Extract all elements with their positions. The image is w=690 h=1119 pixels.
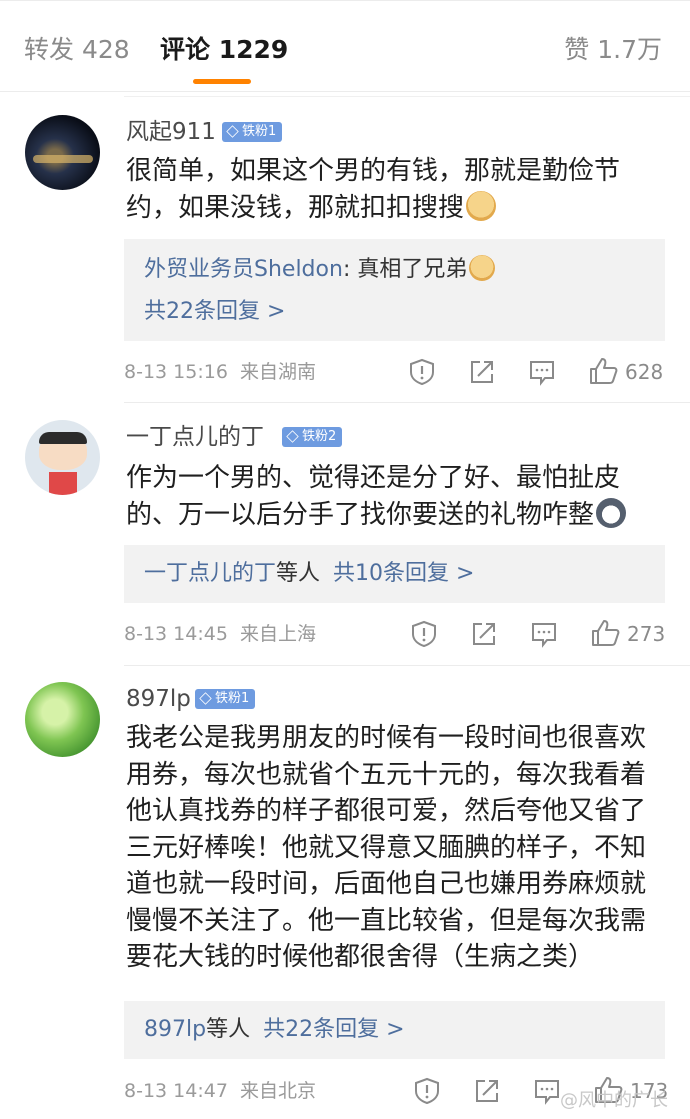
comment-time: 8-13 14:47 — [124, 1080, 228, 1102]
report-icon[interactable] — [413, 1077, 441, 1105]
comment-time: 8-13 14:45 — [124, 623, 228, 645]
reply-author[interactable]: 897lp — [144, 1017, 206, 1042]
username[interactable]: 897lp — [126, 684, 191, 714]
share-icon[interactable] — [470, 620, 498, 648]
like-icon[interactable] — [588, 356, 618, 386]
comment-icon[interactable] — [530, 620, 558, 648]
comment-body: 很简单，如果这个男的有钱，那就是勤俭节约，如果没钱，那就扣扣搜搜 — [126, 156, 621, 223]
comment-text: 作为一个男的、觉得还是分了好、最怕扯皮的、万一以后分手了找你要送的礼物咋整 — [126, 460, 671, 533]
reply-line: 外贸业务员Sheldon: 真相了兄弟 — [144, 255, 496, 285]
diamond-icon — [199, 692, 212, 705]
comment-icon[interactable] — [533, 1077, 561, 1105]
share-icon[interactable] — [468, 358, 496, 386]
doge-emoji-icon — [469, 255, 496, 281]
doge-emoji-icon — [466, 190, 497, 221]
comment-meta: 8-13 14:45 来自上海 — [124, 621, 316, 647]
divider — [124, 665, 690, 666]
tab-forward[interactable]: 转发 428 — [24, 33, 130, 67]
divider — [124, 96, 690, 97]
comment-location: 来自北京 — [239, 1080, 316, 1102]
reply-author[interactable]: 外贸业务员Sheldon — [144, 257, 343, 282]
fan-badge: 铁粉2 — [282, 427, 343, 447]
reply-preview[interactable]: 外贸业务员Sheldon: 真相了兄弟 共22条回复 > — [124, 239, 665, 341]
avatar[interactable] — [25, 115, 100, 190]
report-icon[interactable] — [410, 620, 438, 648]
tab-likes[interactable]: 赞 1.7万 — [564, 33, 662, 67]
reply-suffix: 等人 — [206, 1017, 251, 1042]
share-icon[interactable] — [473, 1077, 501, 1105]
tab-comments[interactable]: 评论 1229 — [160, 33, 288, 67]
comment-location: 来自上海 — [239, 623, 316, 645]
avatar[interactable] — [25, 682, 100, 757]
comment-meta: 8-13 14:47 来自北京 — [124, 1078, 316, 1104]
reply-preview[interactable]: 897lp等人 共22条回复 > — [124, 1001, 665, 1059]
fan-badge-label: 铁粉2 — [302, 429, 337, 444]
reply-text: : 真相了兄弟 — [342, 257, 468, 282]
active-tab-indicator — [193, 79, 251, 84]
username[interactable]: 风起911 — [126, 117, 216, 147]
reply-line: 一丁点儿的丁等人 共10条回复 > — [144, 559, 474, 589]
diamond-icon — [286, 430, 299, 443]
report-icon[interactable] — [408, 358, 436, 386]
comment-time: 8-13 15:16 — [124, 361, 228, 383]
fan-badge-label: 铁粉1 — [215, 691, 250, 706]
diamond-icon — [226, 125, 239, 138]
more-replies-link[interactable]: 共22条回复 > — [263, 1017, 404, 1042]
like-count: 273 — [627, 622, 666, 646]
reply-author[interactable]: 一丁点儿的丁 — [144, 561, 276, 586]
comment-text: 我老公是我男朋友的时候有一段时间也很喜欢用券，每次也就省个五元十元的，每次我看着… — [126, 723, 647, 972]
husky-emoji-icon — [596, 497, 627, 528]
fan-badge-label: 铁粉1 — [242, 124, 277, 139]
like-count: 628 — [625, 360, 664, 384]
watermark: @风中的广长 — [560, 1090, 668, 1111]
like-icon[interactable] — [590, 618, 620, 648]
avatar[interactable] — [25, 420, 100, 495]
comment-meta: 8-13 15:16 来自湖南 — [124, 359, 316, 385]
comment-icon[interactable] — [528, 358, 556, 386]
more-replies-link[interactable]: 共10条回复 > — [333, 561, 474, 586]
comment-tab-bar: 转发 428 评论 1229 赞 1.7万 — [0, 0, 690, 92]
comment-location: 来自湖南 — [239, 361, 316, 383]
reply-preview[interactable]: 一丁点儿的丁等人 共10条回复 > — [124, 545, 665, 603]
fan-badge: 铁粉1 — [195, 689, 256, 709]
username[interactable]: 一丁点儿的丁 — [126, 422, 264, 452]
fan-badge: 铁粉1 — [222, 122, 283, 142]
divider — [124, 402, 690, 403]
more-replies-link[interactable]: 共22条回复 > — [144, 297, 285, 327]
reply-line: 897lp等人 共22条回复 > — [144, 1015, 405, 1045]
reply-suffix: 等人 — [276, 561, 321, 586]
comment-body: 作为一个男的、觉得还是分了好、最怕扯皮的、万一以后分手了找你要送的礼物咋整 — [126, 463, 621, 530]
comment-text: 很简单，如果这个男的有钱，那就是勤俭节约，如果没钱，那就扣扣搜搜 — [126, 153, 671, 226]
